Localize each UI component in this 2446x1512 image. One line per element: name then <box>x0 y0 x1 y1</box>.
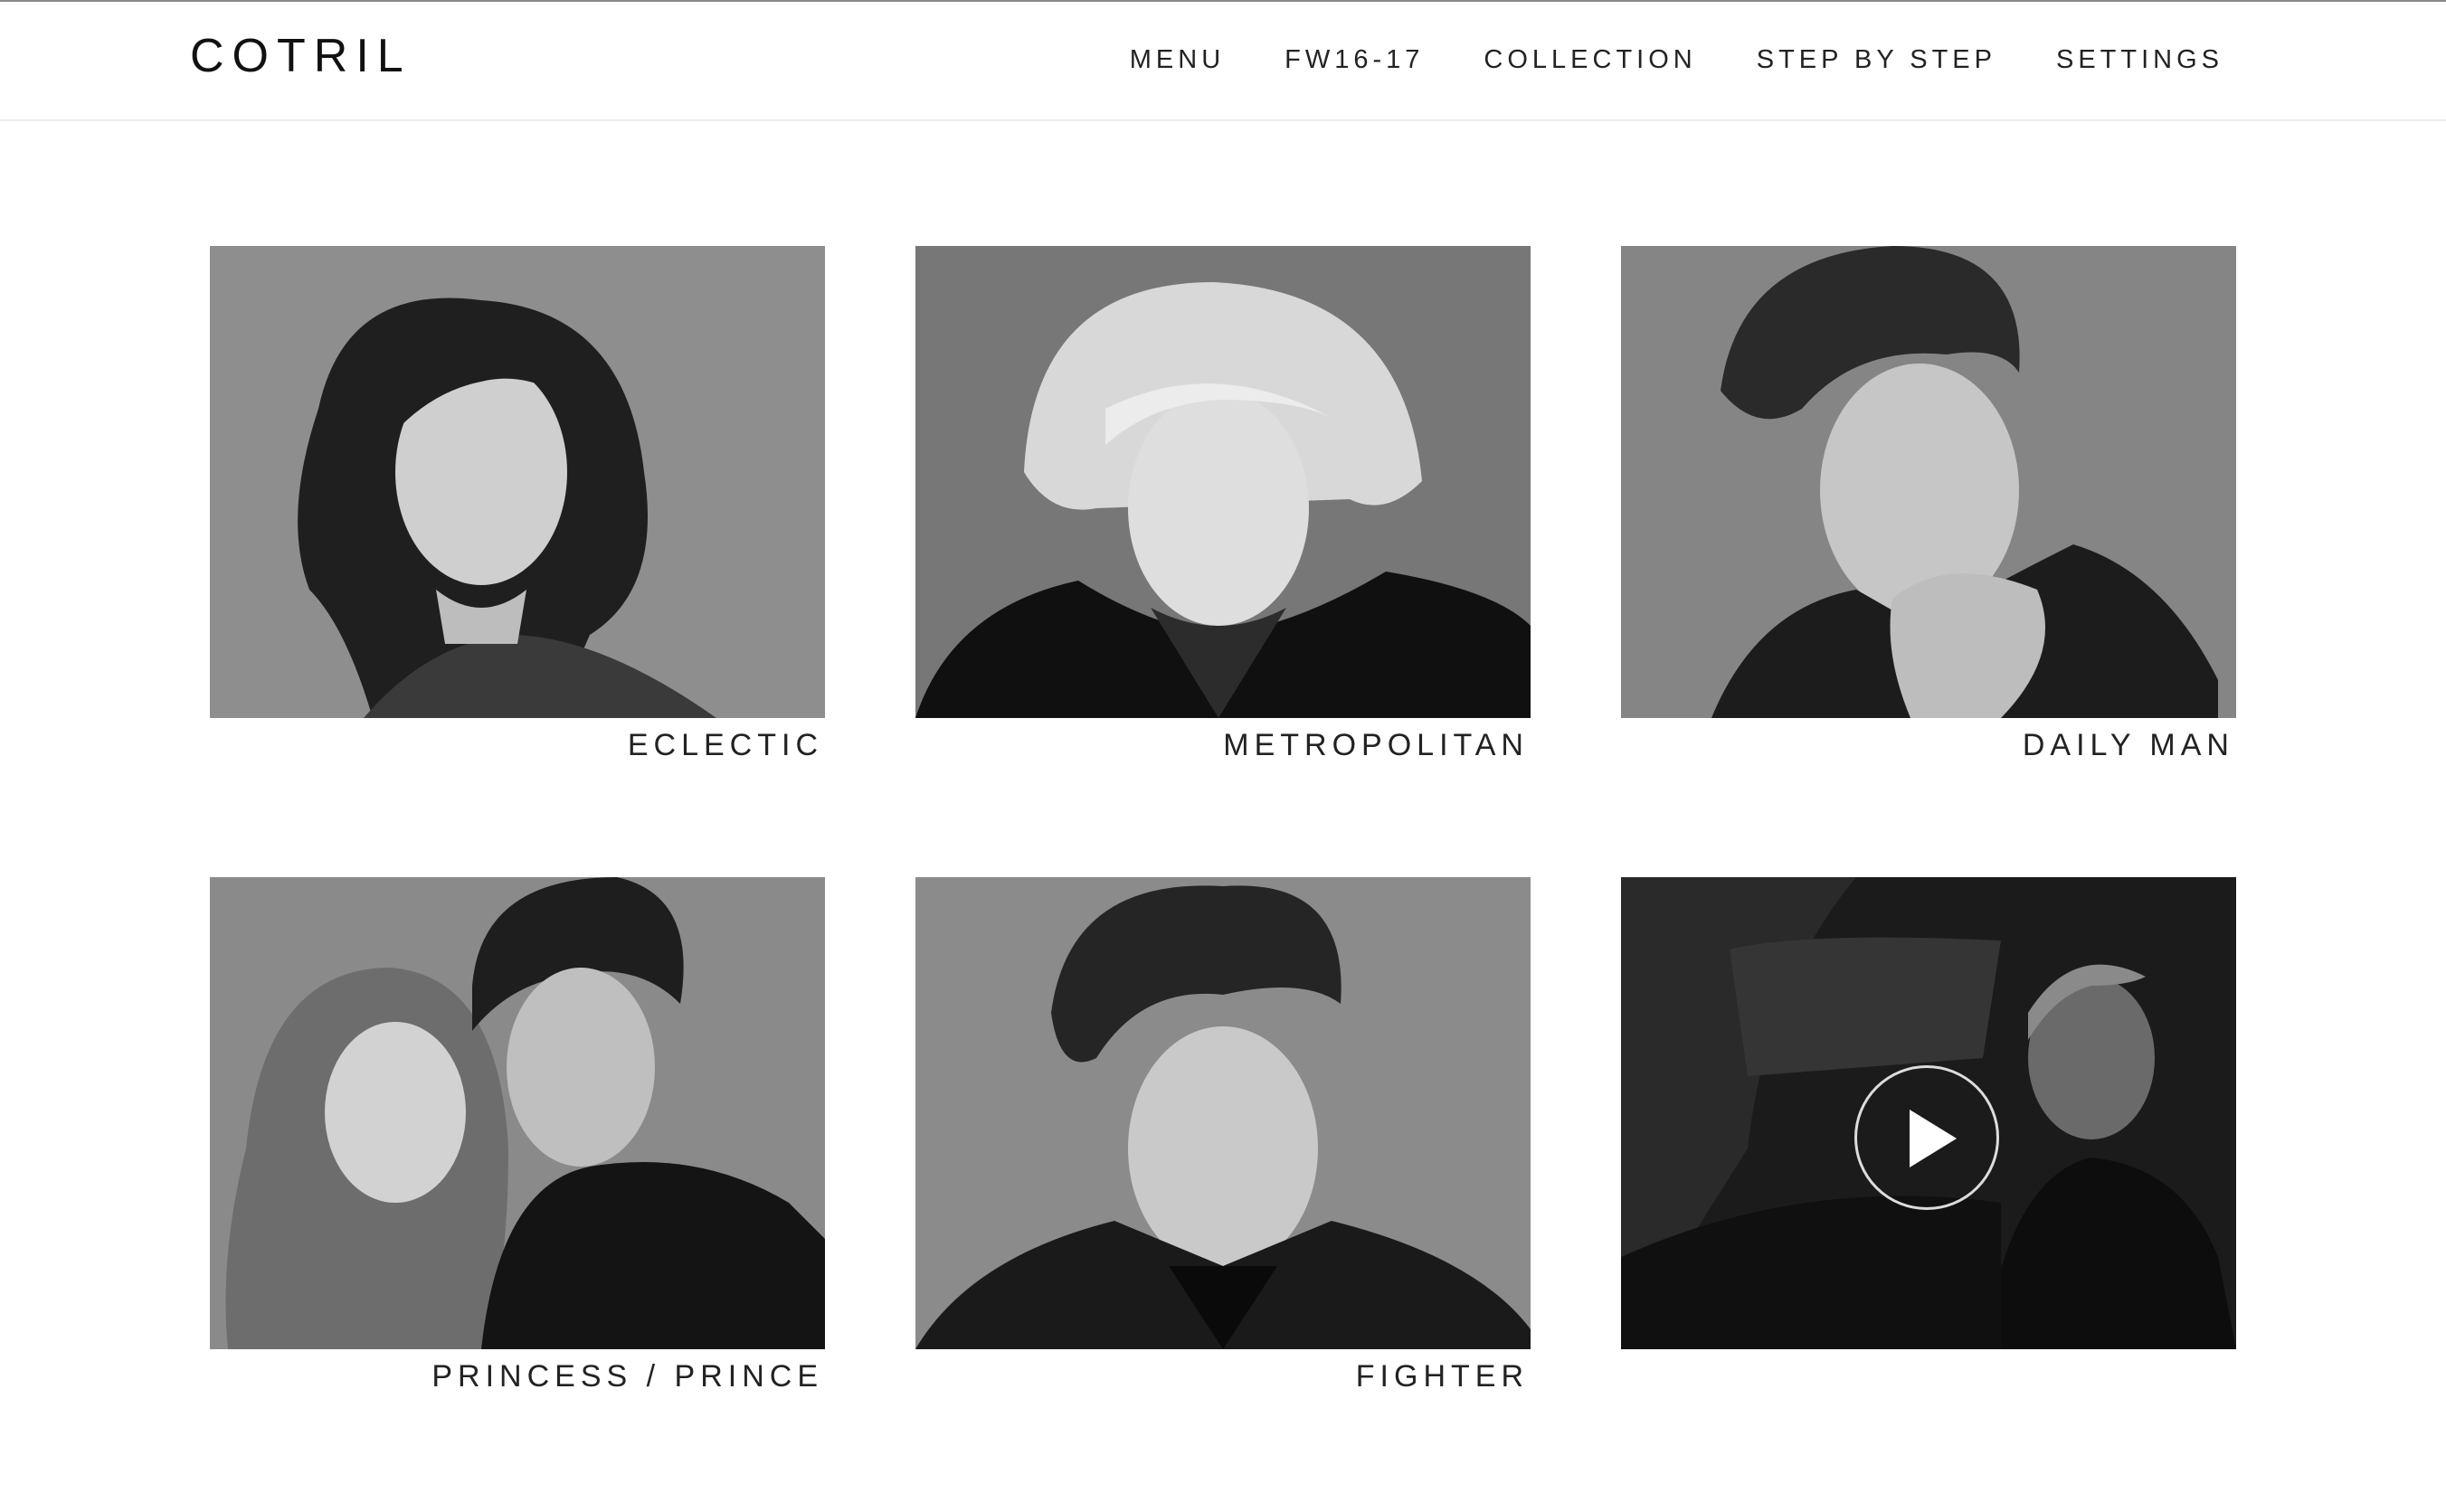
daily-man-caption[interactable]: DAILY MAN <box>1621 723 2236 767</box>
collection-grid: ECLECTIC METROPOLITAN DAILY MAN PRINCESS… <box>0 0 2446 1512</box>
metropolitan-photo[interactable] <box>915 246 1531 718</box>
collection-card-fighter[interactable]: FIGHTER <box>915 877 1531 1398</box>
collection-card-daily-man[interactable]: DAILY MAN <box>1621 246 2236 767</box>
video-thumbnail[interactable] <box>1621 877 2236 1349</box>
collection-card-princess-prince[interactable]: PRINCESS / PRINCE <box>210 877 825 1398</box>
eclectic-photo[interactable] <box>210 246 825 718</box>
daily-man-photo[interactable] <box>1621 246 2236 718</box>
eclectic-caption[interactable]: ECLECTIC <box>210 723 825 767</box>
play-icon[interactable] <box>1854 1065 1999 1210</box>
collection-card-video[interactable] <box>1621 877 2236 1349</box>
metropolitan-caption[interactable]: METROPOLITAN <box>915 723 1531 767</box>
collection-card-metropolitan[interactable]: METROPOLITAN <box>915 246 1531 767</box>
princess-prince-caption[interactable]: PRINCESS / PRINCE <box>210 1355 825 1398</box>
collection-card-eclectic[interactable]: ECLECTIC <box>210 246 825 767</box>
princess-prince-photo[interactable] <box>210 877 825 1349</box>
fighter-caption[interactable]: FIGHTER <box>915 1355 1531 1398</box>
fighter-photo[interactable] <box>915 877 1531 1349</box>
